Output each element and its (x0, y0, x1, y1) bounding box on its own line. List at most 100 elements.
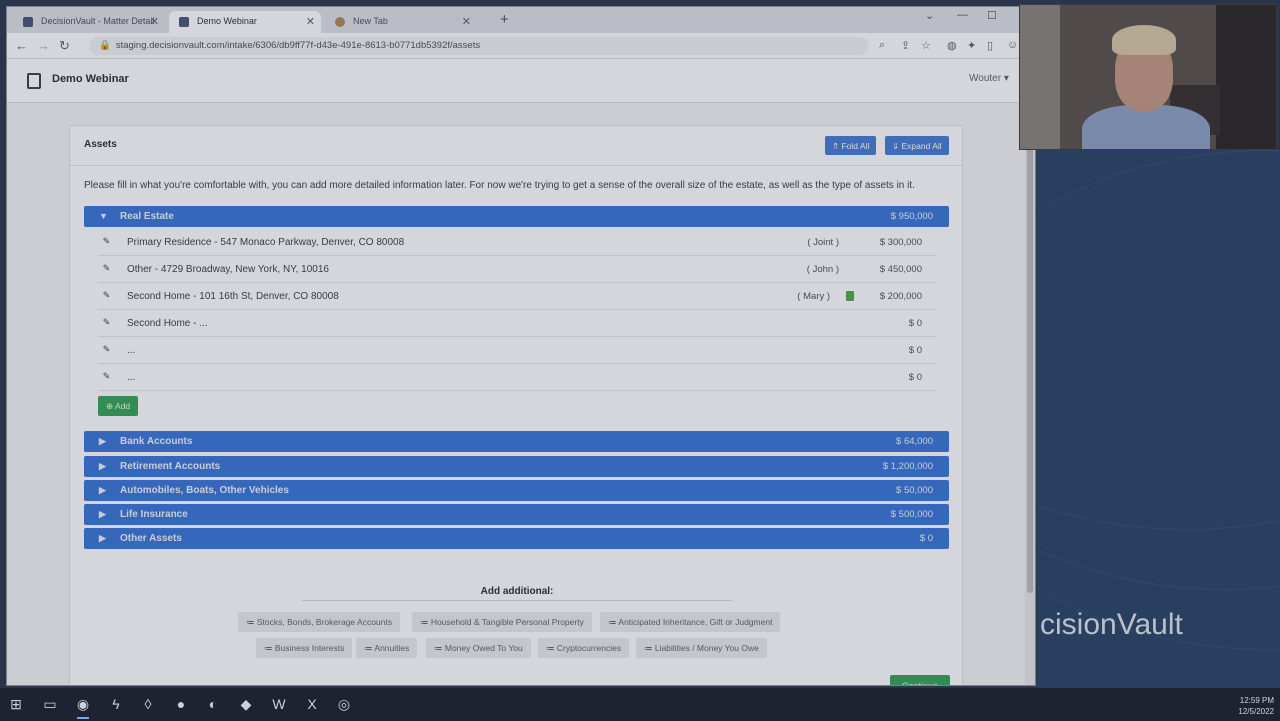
bookmark-star-icon[interactable]: ☆ (921, 39, 931, 52)
add-asset-button[interactable]: ⊕ Add (98, 396, 139, 416)
asset-row: ✎ Other - 4729 Broadway, New York, NY, 1… (98, 256, 936, 283)
windows-start-icon[interactable]: ⊞ (6, 694, 26, 714)
assets-title: Assets (84, 139, 117, 150)
list-icon: ≔ (546, 643, 555, 653)
accordion-label: Automobiles, Boats, Other Vehicles (120, 485, 289, 496)
accordion-vehicles[interactable]: ▶ Automobiles, Boats, Other Vehicles $ 5… (84, 480, 949, 501)
pencil-edit-icon[interactable]: ✎ (98, 370, 115, 385)
extension-icon[interactable]: ◍ (947, 39, 957, 52)
new-tab-plus-icon[interactable]: + (500, 11, 509, 28)
lock-icon: 🔒 (99, 40, 111, 51)
forward-arrow-icon[interactable]: → (37, 38, 50, 53)
accordion-retirement-accounts[interactable]: ▶ Retirement Accounts $ 1,200,000 (84, 456, 949, 477)
chip-label: Stocks, Bonds, Brokerage Accounts (256, 617, 393, 627)
accordion-bank-accounts[interactable]: ▶ Bank Accounts $ 64,000 (84, 431, 949, 452)
tab-new-tab[interactable]: New Tab ✕ (325, 11, 477, 33)
add-household-chip[interactable]: ≔ Household & Tangible Personal Property (412, 612, 592, 632)
page-scrollbar[interactable] (1025, 103, 1035, 685)
chip-label: Money Owed To You (444, 643, 523, 653)
pencil-edit-icon[interactable]: ✎ (98, 235, 115, 250)
add-stocks-chip[interactable]: ≔ Stocks, Bonds, Brokerage Accounts (238, 612, 401, 632)
spotify-icon[interactable]: ◎ (334, 694, 354, 714)
add-crypto-chip[interactable]: ≔ Cryptocurrencies (538, 638, 630, 658)
caret-right-icon: ▶ (99, 461, 106, 471)
circle-app-icon[interactable]: ◐ (203, 694, 223, 714)
pencil-edit-icon[interactable]: ✎ (98, 316, 115, 331)
accordion-total: $ 0 (919, 533, 933, 544)
fold-all-button[interactable]: ⇑ Fold All (825, 136, 877, 155)
minimize-icon[interactable]: — (957, 9, 968, 21)
browser-window: DecisionVault - Matter Detail ✕ Demo Web… (6, 6, 1036, 686)
close-icon[interactable]: ✕ (462, 15, 471, 28)
tab-strip: DecisionVault - Matter Detail ✕ Demo Web… (7, 7, 1035, 33)
clock-time: 12:59 PM (1239, 696, 1274, 705)
fold-all-label: Fold All (841, 141, 870, 151)
puzzle-icon[interactable]: ✦ (967, 39, 976, 52)
add-liabilities-chip[interactable]: ≔ Liabilities / Money You Owe (636, 638, 767, 658)
asset-description: ... (127, 345, 136, 356)
address-bar: ← → ↻ 🔒 staging.decisionvault.com/intake/… (7, 33, 1035, 59)
intro-text: Please fill in what you're comfortable w… (84, 180, 915, 191)
scrollbar-thumb[interactable] (1027, 123, 1033, 593)
assets-panel-header: Assets ⇑ Fold All ⇓ Expand All (70, 126, 962, 166)
pencil-edit-icon[interactable]: ✎ (98, 343, 115, 358)
add-inheritance-chip[interactable]: ≔ Anticipated Inheritance, Gift or Judgm… (600, 612, 781, 632)
vscode-icon[interactable]: ◆ (236, 694, 256, 714)
expand-all-button[interactable]: ⇓ Expand All (885, 136, 949, 155)
caret-down-icon: ▼ (99, 211, 108, 221)
clock-date: 12/5/2022 (1238, 707, 1274, 716)
reload-icon[interactable]: ↻ (59, 38, 70, 54)
share-icon[interactable]: ⇪ (901, 39, 910, 52)
accordion-real-estate[interactable]: ▼ Real Estate $ 950,000 (84, 206, 949, 227)
file-explorer-icon[interactable]: ▭ (40, 694, 60, 714)
app-title: Demo Webinar (52, 73, 129, 85)
app-logo-icon[interactable] (27, 73, 41, 89)
asset-description: Primary Residence - 547 Monaco Parkway, … (127, 237, 405, 248)
chip-label: Household & Tangible Personal Property (430, 617, 584, 627)
expand-all-label: Expand All (901, 141, 942, 151)
pencil-edit-icon[interactable]: ✎ (98, 289, 115, 304)
asset-description: ... (127, 372, 136, 383)
new-tab-favicon-icon (335, 17, 345, 27)
zoom-icon[interactable]: ⌕ (879, 39, 885, 52)
tab-title: DecisionVault - Matter Detail (41, 16, 155, 26)
app-icon[interactable]: ϟ (106, 694, 126, 714)
sidepanel-icon[interactable]: ▯ (987, 39, 993, 52)
accordion-life-insurance[interactable]: ▶ Life Insurance $ 500,000 (84, 504, 949, 525)
asset-description: Second Home - ... (127, 318, 208, 329)
webcam-video (1019, 4, 1277, 150)
chip-label: Cryptocurrencies (556, 643, 622, 653)
chip-label: Annuities (374, 643, 410, 653)
maximize-icon[interactable]: ☐ (987, 9, 997, 22)
accordion-other-assets[interactable]: ▶ Other Assets $ 0 (84, 528, 949, 549)
chrome-icon[interactable]: ◉ (73, 694, 93, 719)
drop-icon[interactable]: ◊ (138, 694, 158, 714)
close-icon[interactable]: ✕ (306, 15, 315, 28)
caret-down-icon: ▾ (1003, 73, 1009, 84)
asset-row: ✎ Second Home - 101 16th St, Denver, CO … (98, 283, 936, 310)
system-clock[interactable]: 12:59 PM 12/5/2022 (1238, 695, 1274, 717)
profile-icon[interactable]: ☺ (1007, 39, 1018, 51)
url-field[interactable]: 🔒 staging.decisionvault.com/intake/6306/d… (89, 37, 869, 55)
tab-demo-webinar[interactable]: Demo Webinar ✕ (169, 11, 321, 33)
add-annuities-chip[interactable]: ≔ Annuities (356, 638, 418, 658)
tab-matter-detail[interactable]: DecisionVault - Matter Detail ✕ (13, 11, 165, 33)
back-arrow-icon[interactable]: ← (15, 38, 28, 53)
record-icon[interactable]: ● (171, 694, 191, 714)
accordion-total: $ 950,000 (890, 211, 933, 222)
tab-search-chevron-icon[interactable]: ⌄ (925, 9, 934, 22)
continue-button[interactable]: Continue (890, 675, 950, 685)
close-icon[interactable]: ✕ (150, 15, 159, 28)
accordion-total: $ 64,000 (896, 436, 933, 447)
asset-row: ✎ Primary Residence - 547 Monaco Parkway… (98, 229, 936, 256)
pencil-edit-icon[interactable]: ✎ (98, 262, 115, 277)
add-money-owed-chip[interactable]: ≔ Money Owed To You (426, 638, 531, 658)
document-icon[interactable] (846, 291, 854, 301)
assets-panel: Assets ⇑ Fold All ⇓ Expand All Please fi… (69, 125, 963, 685)
excel-icon[interactable]: X (302, 694, 322, 714)
decisionvault-favicon-icon (23, 17, 33, 27)
add-business-chip[interactable]: ≔ Business Interests (256, 638, 353, 658)
user-menu[interactable]: Wouter ▾ (969, 73, 1009, 84)
accordion-total: $ 50,000 (896, 485, 933, 496)
word-icon[interactable]: W (269, 694, 289, 714)
